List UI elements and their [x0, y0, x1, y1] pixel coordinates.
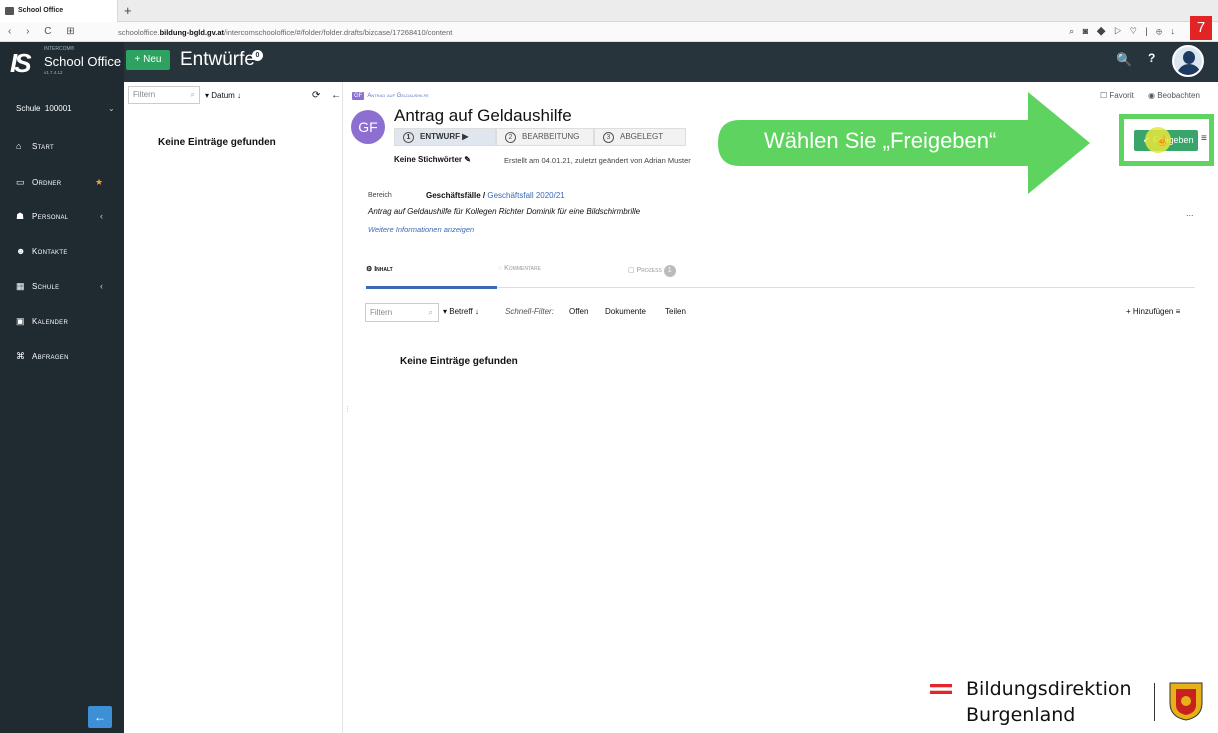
- collapse-sidebar-button[interactable]: ←: [88, 706, 112, 728]
- tab-title: School Office: [18, 7, 64, 14]
- chevron-left-icon: ‹: [100, 211, 104, 221]
- quick-filter-label: Schnell-Filter:: [505, 307, 554, 316]
- tab-active-indicator: [366, 286, 497, 289]
- sidebar-item-kontakte[interactable]: ☻ Kontakte: [0, 242, 124, 262]
- sidebar-item-label: Start: [32, 142, 54, 151]
- sidebar-item-abfragen[interactable]: ⌘ Abfragen: [0, 347, 124, 367]
- search-icon[interactable]: 🔍: [1116, 52, 1132, 68]
- sidebar-item-label: Kontakte: [32, 247, 68, 256]
- case-avatar: GF: [351, 110, 385, 144]
- url-field[interactable]: schooloffice.bildung-bgld.gv.at/intercom…: [118, 28, 452, 37]
- search-icon: ⌕: [428, 308, 433, 317]
- hand-cursor-icon: ☝: [1156, 136, 1169, 147]
- list-panel: [124, 82, 343, 733]
- bereich-value: Geschäftsfälle / Geschäftsfall 2020/21: [426, 191, 565, 200]
- brand-line-2: Burgenland: [966, 704, 1076, 726]
- help-icon[interactable]: ?: [1148, 51, 1155, 65]
- brand-divider: [1154, 683, 1155, 721]
- sidebar-item-schule[interactable]: ▦ Schule ‹: [0, 277, 124, 297]
- more-info-link[interactable]: Weitere Informationen anzeigen: [368, 225, 474, 234]
- panel-splitter[interactable]: ⋮: [344, 405, 351, 413]
- tab-inhalt[interactable]: ⚙ Inhalt: [366, 265, 393, 273]
- favorite-button[interactable]: ☐ Favorit: [1100, 91, 1134, 100]
- sidebar-item-kalender[interactable]: ▣ Kalender: [0, 312, 124, 332]
- favicon-icon: [5, 7, 14, 15]
- sidebar-item-label: Personal: [32, 212, 69, 221]
- chevron-left-icon: ‹: [100, 281, 104, 291]
- app-logo[interactable]: IS INTERCOM® School Office v1.7.4.12: [0, 42, 124, 82]
- austria-flag-icon: [930, 684, 952, 694]
- binoculars-icon: ⌘: [16, 351, 26, 361]
- sidebar-item-label: Schule: [32, 282, 60, 291]
- content-empty-message: Keine Einträge gefunden: [400, 356, 518, 367]
- add-button[interactable]: + Hinzufügen ≡: [1126, 307, 1180, 316]
- tab-prozess[interactable]: ▢ Prozess 1: [628, 265, 676, 277]
- breadcrumb[interactable]: GF Antrag auf Geldaushilfe: [352, 92, 429, 100]
- star-icon: ★: [95, 177, 104, 187]
- sidebar-item-label: Abfragen: [32, 352, 69, 361]
- browser-tab[interactable]: School Office: [0, 0, 118, 22]
- created-info: Erstellt am 04.01.21, zuletzt geändert v…: [504, 156, 691, 165]
- browser-tab-bar: School Office +: [0, 0, 1218, 22]
- quick-filter-dokumente[interactable]: Dokumente: [605, 307, 646, 316]
- more-options-icon[interactable]: ...: [1186, 208, 1194, 218]
- content-filter-input[interactable]: Filtern ⌕: [365, 303, 439, 322]
- keywords[interactable]: Keine Stichwörter ✎: [394, 155, 471, 164]
- sidebar-item-personal[interactable]: ☗ Personal ‹: [0, 207, 124, 227]
- tutorial-step-badge: 7: [1190, 16, 1212, 40]
- logo-name: School Office: [44, 54, 122, 69]
- quick-filter-offen[interactable]: Offen: [569, 307, 588, 316]
- logo-intercom: INTERCOM®: [44, 46, 75, 52]
- bereich-label: Bereich: [368, 192, 392, 199]
- list-actions[interactable]: ⟳ ←: [312, 90, 345, 101]
- new-button[interactable]: + Neu: [126, 50, 170, 70]
- graduation-icon: ☗: [16, 211, 25, 221]
- observe-button[interactable]: ◉ Beobachten: [1148, 91, 1200, 100]
- sort-betreff-dropdown[interactable]: ▾ Betreff ↓: [443, 307, 479, 316]
- brand-line-1: Bildungsdirektion: [966, 678, 1132, 700]
- tab-kommentare[interactable]: ◌ Kommentare: [498, 265, 541, 272]
- address-bar: ‹ › C ⊞ schooloffice.bildung-bgld.gv.at/…: [0, 22, 1218, 42]
- step-bearbeitung[interactable]: 2 BEARBEITUNG: [496, 128, 594, 146]
- extensions-icons[interactable]: ⌕ ◙ ◆ ▷ ♡ | ⊕ ↓: [1069, 26, 1178, 37]
- step-abgelegt[interactable]: 3 ABGELEGT: [594, 128, 686, 146]
- browser-nav-buttons[interactable]: ‹ › C ⊞: [8, 26, 81, 37]
- building-icon: ▦: [16, 281, 25, 291]
- burgenland-crest-icon: [1169, 682, 1203, 721]
- sidebar-item-label: Ordner: [32, 178, 62, 187]
- quick-filter-teilen[interactable]: Teilen: [665, 307, 686, 316]
- title-count-badge: 0: [252, 50, 263, 61]
- case-title: Antrag auf Geldaushilfe: [394, 106, 572, 125]
- callout-text: Wählen Sie „Freigeben“: [764, 128, 997, 153]
- workflow-steps: 1 ENTWURF ▶ 2 BEARBEITUNG 3 ABGELEGT: [394, 128, 686, 146]
- process-count-badge: 1: [663, 265, 676, 277]
- chevron-down-icon[interactable]: ⌄: [108, 104, 115, 113]
- page-title: Entwürfe: [180, 49, 255, 70]
- logo-version: v1.7.4.12: [44, 70, 63, 75]
- calendar-icon: ▣: [16, 316, 25, 326]
- case-description: Antrag auf Geldaushilfe für Kollegen Ric…: [368, 207, 641, 216]
- list-filter-input[interactable]: Filtern ⌕: [128, 86, 200, 104]
- users-icon: ☻: [16, 246, 26, 256]
- sidebar-item-ordner[interactable]: ▭ Ordner ★: [0, 173, 124, 193]
- step-entwurf[interactable]: 1 ENTWURF ▶: [394, 128, 496, 146]
- new-tab-button[interactable]: +: [124, 3, 132, 18]
- sidebar-item-start[interactable]: ⌂ Start: [0, 137, 124, 157]
- house-icon: ⌂: [16, 141, 22, 151]
- bereich-link[interactable]: Geschäftsfall 2020/21: [487, 191, 564, 200]
- school-selector[interactable]: Schule 100001: [16, 104, 72, 113]
- logo-mark: IS: [10, 48, 32, 78]
- user-avatar[interactable]: [1172, 45, 1204, 77]
- list-empty-message: Keine Einträge gefunden: [158, 137, 276, 148]
- search-icon: ⌕: [190, 90, 195, 99]
- sort-datum-dropdown[interactable]: ▾ Datum ↓: [205, 91, 241, 100]
- folder-icon: ▭: [16, 177, 25, 187]
- menu-icon[interactable]: ≡: [1201, 133, 1207, 144]
- sidebar-item-label: Kalender: [32, 317, 69, 326]
